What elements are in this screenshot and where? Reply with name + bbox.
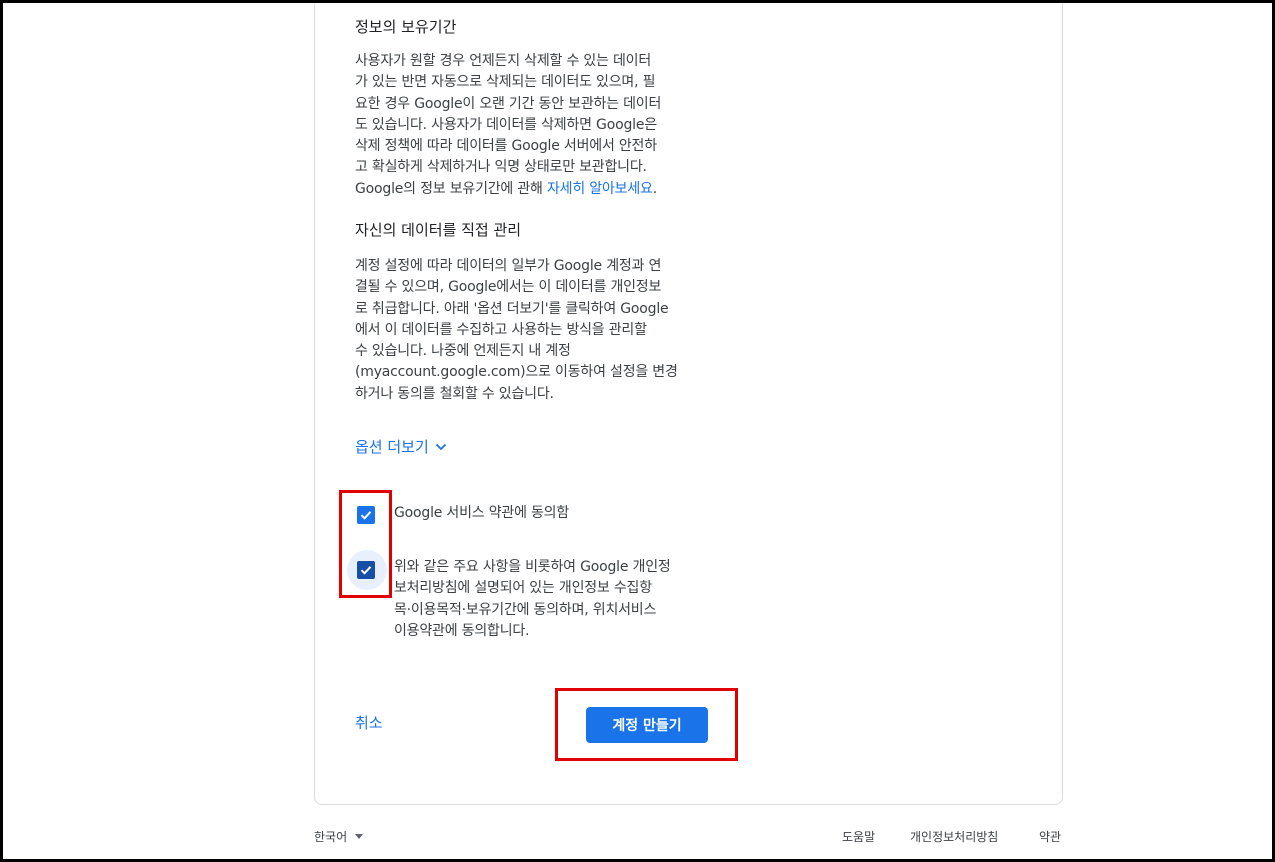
text-span: . [652, 180, 657, 197]
text-line: 요한 경우 Google이 오랜 기간 동안 보관하는 데이터 [355, 95, 662, 112]
text-line: (myaccount.google.com)으로 이동하여 설정을 변경 [355, 364, 678, 381]
create-account-button[interactable]: 계정 만들기 [586, 707, 708, 743]
retention-section-title: 정보의 보유기간 [355, 18, 457, 36]
retention-paragraph: 사용자가 원할 경우 언제든지 삭제할 수 있는 데이터 가 있는 반면 자동으… [355, 51, 715, 200]
check-icon [360, 511, 372, 520]
learn-more-link[interactable]: 자세히 알아보세요 [547, 181, 653, 197]
footer-help-link[interactable]: 도움말 [842, 828, 875, 845]
text-line: 삭제 정책에 따라 데이터를 Google 서버에서 안전하 [355, 138, 657, 155]
text-line: 하거나 동의를 철회할 수 있습니다. [355, 385, 554, 402]
text-line: 이용약관에 동의합니다. [394, 622, 530, 639]
language-selector[interactable]: 한국어 [314, 828, 364, 845]
text-line: 고 확실하게 삭제하거나 익명 상태로만 보관합니다. [355, 159, 647, 176]
more-options-toggle[interactable]: 옵션 더보기 [355, 436, 447, 457]
text-line: Google의 정보 보유기간에 관해 자세히 알아보세요. [355, 179, 715, 200]
chevron-down-icon [435, 443, 446, 450]
text-line: 사용자가 원할 경우 언제든지 삭제할 수 있는 데이터 [355, 53, 652, 69]
privacy-checkbox[interactable] [357, 561, 375, 579]
manage-section-title: 자신의 데이터를 직접 관리 [355, 221, 522, 239]
terms-checkbox[interactable] [357, 506, 375, 524]
language-label: 한국어 [314, 830, 348, 844]
manage-paragraph: 계정 설정에 따라 데이터의 일부가 Google 계정과 연 결될 수 있으며… [355, 256, 715, 405]
text-line: 위와 같은 주요 사항을 비롯하여 Google 개인정 [394, 559, 671, 575]
cancel-button[interactable]: 취소 [355, 712, 383, 733]
footer-terms-link[interactable]: 약관 [1039, 828, 1061, 845]
text-line: 로 취급합니다. 아래 '옵션 더보기'를 클릭하여 Google [355, 300, 669, 317]
text-line: 가 있는 반면 자동으로 삭제되는 데이터도 있으며, 필 [355, 74, 656, 91]
caret-down-icon [355, 834, 364, 839]
text-line: 에서 이 데이터를 수집하고 사용하는 방식을 관리할 [355, 321, 647, 338]
terms-checkbox-row[interactable] [357, 506, 375, 524]
more-options-label: 옵션 더보기 [355, 438, 429, 456]
text-line: 목·이용목적·보유기간에 동의하며, 위치서비스 [394, 601, 657, 618]
privacy-consent-label: 위와 같은 주요 사항을 비롯하여 Google 개인정 보처리방침에 설명되어… [394, 557, 714, 642]
check-icon [360, 566, 372, 575]
privacy-checkbox-row[interactable] [357, 561, 375, 579]
text-line: 도 있습니다. 사용자가 데이터를 삭제하면 Google은 [355, 116, 657, 133]
text-line: 수 있습니다. 나중에 언제든지 내 계정 [355, 343, 571, 360]
terms-consent-label: Google 서비스 약관에 동의함 [394, 505, 570, 521]
text-line: 보처리방침에 설명되어 있는 개인정보 수집항 [394, 580, 652, 597]
text-line: 계정 설정에 따라 데이터의 일부가 Google 계정과 연 [355, 258, 662, 274]
text-span: Google의 정보 보유기간에 관해 [355, 180, 547, 197]
footer-privacy-link[interactable]: 개인정보처리방침 [910, 828, 998, 845]
text-line: 결될 수 있으며, Google에서는 이 데이터를 개인정보 [355, 279, 662, 296]
